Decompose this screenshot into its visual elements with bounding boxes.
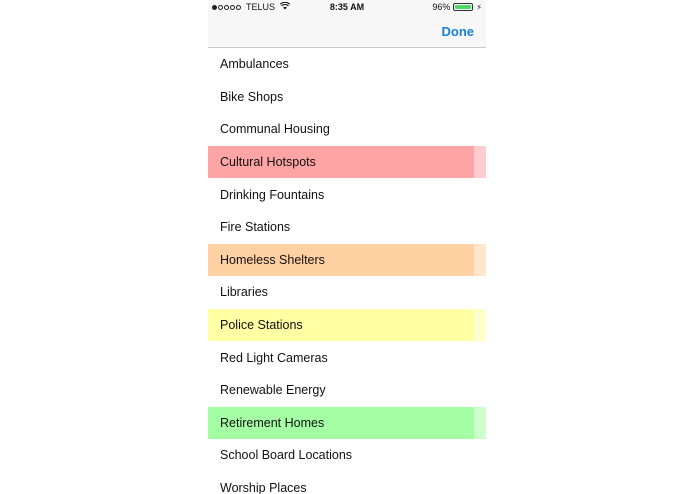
list-item-label: Retirement Homes	[220, 415, 325, 430]
highlight-edge	[474, 145, 486, 179]
list-item[interactable]: Bike Shops	[208, 81, 486, 114]
highlight-edge	[474, 308, 486, 342]
highlight-edge	[474, 243, 486, 277]
list-item[interactable]: Police Stations	[208, 308, 486, 342]
list-item[interactable]: Renewable Energy	[208, 374, 486, 407]
category-list: Ambulances Bike Shops Communal Housing Cult…	[208, 48, 486, 494]
highlight-edge	[474, 406, 486, 440]
status-right: 96% ⚡	[432, 2, 482, 12]
list-item-label: Drinking Fountains	[220, 187, 325, 202]
list-item[interactable]: Fire Stations	[208, 211, 486, 244]
list-item-label: Communal Housing	[220, 122, 330, 137]
list-item-label: Cultural Hotspots	[220, 155, 316, 170]
battery-level	[455, 5, 471, 9]
list-item[interactable]: Homeless Shelters	[208, 243, 486, 277]
list-item-label: School Board Locations	[220, 448, 353, 463]
status-bar: TELUS 8:35 AM 96% ⚡	[208, 0, 486, 15]
list-item-label: Fire Stations	[220, 220, 291, 235]
list-item[interactable]: Libraries	[208, 276, 486, 309]
bolt-icon: ⚡	[476, 2, 482, 12]
list-item-label: Bike Shops	[220, 89, 284, 104]
done-button[interactable]: Done	[442, 24, 475, 39]
list-item[interactable]: Retirement Homes	[208, 406, 486, 440]
phone-screen: TELUS 8:35 AM 96% ⚡ Done Ambulances Bike …	[208, 0, 486, 494]
list-item-label: Worship Places	[220, 481, 307, 494]
list-item[interactable]: Red Light Cameras	[208, 341, 486, 374]
navigation-bar: Done	[208, 15, 486, 48]
list-item-label: Renewable Energy	[220, 383, 326, 398]
list-item[interactable]: Cultural Hotspots	[208, 145, 486, 179]
list-item[interactable]: Drinking Fountains	[208, 178, 486, 211]
list-item[interactable]: School Board Locations	[208, 439, 486, 472]
list-item-label: Homeless Shelters	[220, 252, 325, 267]
list-item-label: Ambulances	[220, 57, 289, 72]
list-item-label: Police Stations	[220, 318, 303, 333]
list-item[interactable]: Ambulances	[208, 48, 486, 81]
battery-icon	[453, 3, 474, 11]
list-item[interactable]: Communal Housing	[208, 113, 486, 146]
list-item-label: Libraries	[220, 285, 268, 300]
list-item[interactable]: Worship Places	[208, 472, 486, 494]
list-item-label: Red Light Cameras	[220, 350, 328, 365]
battery-percent: 96%	[432, 2, 451, 12]
